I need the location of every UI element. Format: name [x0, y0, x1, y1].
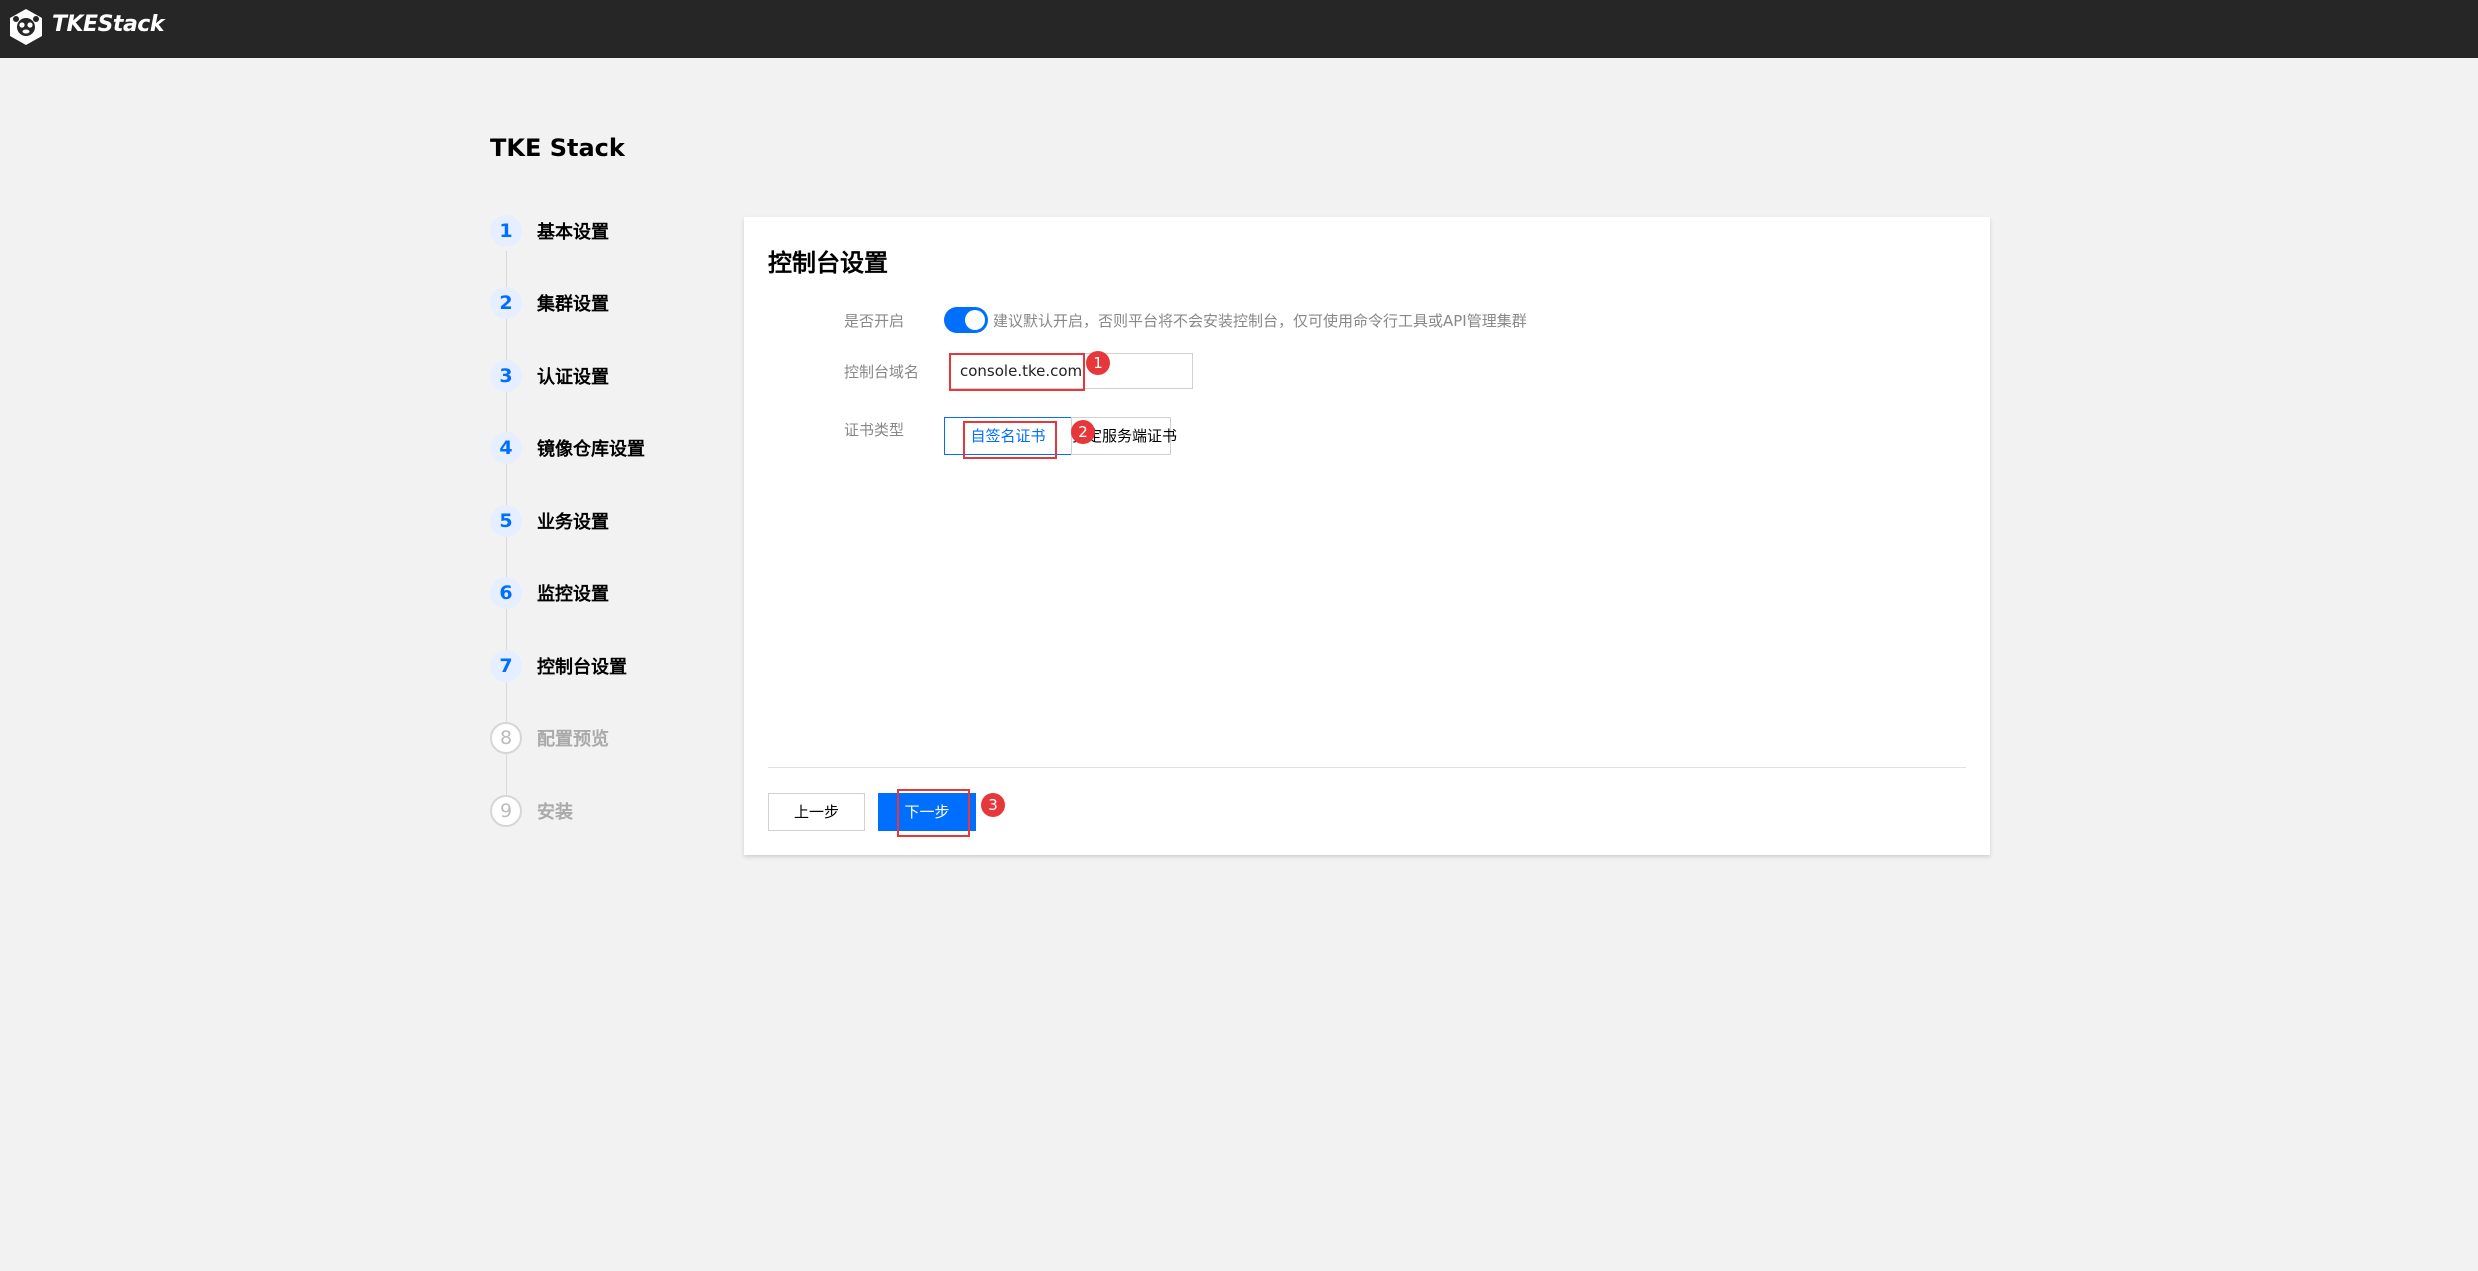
step-label: 认证设置: [537, 367, 609, 388]
annotation-badge-1: 1: [1086, 351, 1110, 375]
step-console-settings[interactable]: 7 控制台设置: [490, 650, 710, 686]
step-label: 业务设置: [537, 512, 609, 533]
footer-divider: [768, 767, 1966, 768]
step-registry-settings[interactable]: 4 镜像仓库设置: [490, 432, 710, 468]
step-number: 4: [490, 432, 522, 464]
step-label: 控制台设置: [537, 657, 627, 678]
step-label: 镜像仓库设置: [537, 439, 645, 460]
console-domain-value: console.tke.com: [960, 362, 1083, 380]
step-number: 2: [490, 287, 522, 319]
step-number: 5: [490, 505, 522, 537]
cert-option-self-signed[interactable]: 自签名证书: [944, 417, 1072, 455]
step-cluster-settings[interactable]: 2 集群设置: [490, 287, 710, 323]
enable-console-switch[interactable]: [944, 307, 988, 333]
step-label: 安装: [537, 802, 573, 823]
step-label: 监控设置: [537, 584, 609, 605]
domain-label: 控制台域名: [844, 363, 920, 381]
step-basic-settings[interactable]: 1 基本设置: [490, 215, 710, 251]
step-number: 6: [490, 577, 522, 609]
enable-hint: 建议默认开启，否则平台将不会安装控制台，仅可使用命令行工具或API管理集群: [993, 312, 1527, 330]
prev-step-button[interactable]: 上一步: [768, 793, 865, 831]
annotation-badge-2: 2: [1071, 420, 1095, 444]
step-install: 9 安装: [490, 795, 710, 831]
tkestack-logo-icon[interactable]: [9, 8, 43, 46]
step-number: 9: [490, 795, 522, 827]
step-config-preview: 8 配置预览: [490, 722, 710, 758]
app-name[interactable]: TKEStack: [52, 12, 164, 37]
step-auth-settings[interactable]: 3 认证设置: [490, 360, 710, 396]
console-domain-input[interactable]: console.tke.com: [949, 353, 1193, 389]
switch-knob: [965, 310, 985, 330]
step-label: 基本设置: [537, 222, 609, 243]
step-number: 8: [490, 722, 522, 754]
cert-type-label: 证书类型: [844, 421, 905, 439]
step-label: 配置预览: [537, 729, 609, 750]
step-monitor-settings[interactable]: 6 监控设置: [490, 577, 710, 613]
step-label: 集群设置: [537, 294, 609, 315]
step-number: 1: [490, 215, 522, 247]
step-number: 7: [490, 650, 522, 682]
enable-label: 是否开启: [844, 312, 905, 330]
top-bar: TKEStack: [0, 0, 2478, 58]
step-list: 1 基本设置 2 集群设置 3 认证设置 4 镜像仓库设置 5 业务设置 6 监…: [490, 215, 710, 835]
console-settings-card: 控制台设置 是否开启 建议默认开启，否则平台将不会安装控制台，仅可使用命令行工具…: [744, 217, 1990, 855]
next-step-button[interactable]: 下一步: [878, 793, 976, 831]
page-title: TKE Stack: [490, 134, 625, 162]
annotation-badge-3: 3: [981, 793, 1005, 817]
step-number: 3: [490, 360, 522, 392]
step-business-settings[interactable]: 5 业务设置: [490, 505, 710, 541]
card-title: 控制台设置: [768, 249, 888, 277]
